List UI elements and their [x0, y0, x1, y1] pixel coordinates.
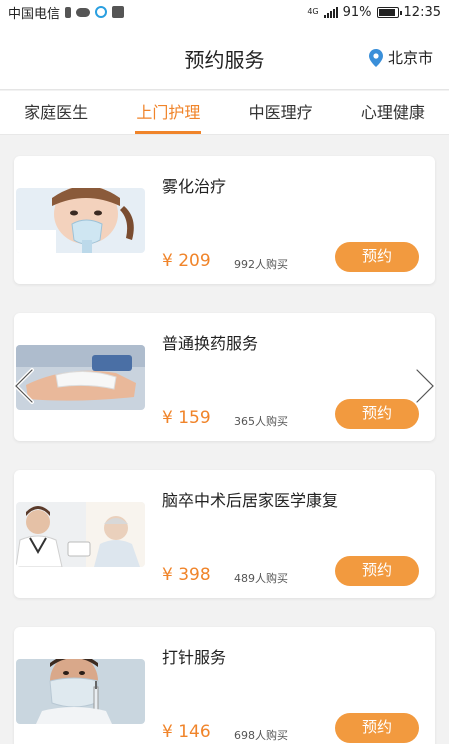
location-pin-icon: [368, 48, 383, 67]
tab-home-nursing[interactable]: 上门护理: [112, 91, 224, 134]
app-notification-icon: [95, 6, 108, 18]
carrier-text: 中国电信: [8, 6, 61, 22]
status-bar: 中国电信 4G 91% 12:35: [0, 0, 449, 24]
sold-count: 698人购买: [234, 729, 288, 742]
book-button[interactable]: 预约: [335, 713, 419, 743]
service-price: ¥ 209: [162, 251, 211, 271]
book-button[interactable]: 预约: [335, 242, 419, 272]
service-price: ¥ 146: [162, 722, 211, 742]
sold-count: 489人购买: [234, 572, 288, 585]
service-image-stroke-rehab: [16, 502, 145, 567]
service-image-nebulization: [16, 188, 145, 253]
status-left: 中国电信: [8, 3, 125, 22]
service-card-nebulization[interactable]: 雾化治疗 ¥ 209 992人购买 预约: [14, 156, 435, 284]
service-name: 打针服务: [162, 648, 227, 667]
status-right: 4G 91% 12:35: [307, 5, 441, 20]
cloud-icon: [76, 7, 91, 17]
service-price: ¥ 159: [162, 408, 211, 428]
chevron-left-icon[interactable]: [10, 366, 36, 406]
tab-tcm-therapy[interactable]: 中医理疗: [225, 91, 337, 134]
app-header: 预约服务 北京市: [0, 24, 449, 90]
service-card-injection[interactable]: 打针服务 ¥ 146 698人购买 预约: [14, 627, 435, 744]
battery-percent: 91%: [342, 4, 372, 20]
message-icon: [112, 6, 125, 18]
signal-icon: [323, 6, 338, 18]
service-price: ¥ 398: [162, 565, 211, 585]
network-type: 4G: [307, 7, 319, 16]
service-image-injection: [16, 659, 145, 724]
tab-mental-health[interactable]: 心理健康: [337, 91, 449, 134]
category-tabs: 家庭医生 上门护理 中医理疗 心理健康: [0, 91, 449, 135]
service-name: 脑卒中术后居家医学康复: [162, 491, 339, 510]
service-name: 雾化治疗: [162, 177, 227, 196]
battery-icon: [376, 6, 402, 18]
book-button[interactable]: 预约: [335, 399, 419, 429]
tab-family-doctor[interactable]: 家庭医生: [0, 91, 112, 134]
sold-count: 992人购买: [234, 258, 288, 271]
usb-icon: [65, 6, 72, 18]
book-button[interactable]: 预约: [335, 556, 419, 586]
sold-count: 365人购买: [234, 415, 288, 428]
clock: 12:35: [403, 4, 441, 20]
chevron-right-icon[interactable]: [413, 366, 439, 406]
service-card-stroke-rehab[interactable]: 脑卒中术后居家医学康复 ¥ 398 489人购买 预约: [14, 470, 435, 598]
service-name: 普通换药服务: [162, 334, 259, 353]
city-label: 北京市: [387, 49, 433, 67]
location-selector[interactable]: 北京市: [368, 47, 433, 68]
service-card-dressing-change[interactable]: 普通换药服务 ¥ 159 365人购买 预约: [14, 313, 435, 441]
